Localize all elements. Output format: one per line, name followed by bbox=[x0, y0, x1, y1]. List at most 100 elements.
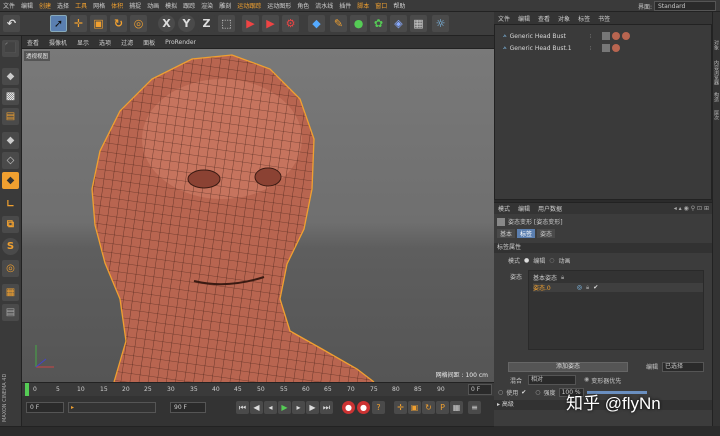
material-tag-icon[interactable] bbox=[611, 32, 620, 40]
generator-icon[interactable]: ● bbox=[350, 15, 367, 32]
next-key-icon[interactable]: ▶ bbox=[306, 401, 319, 414]
coordinate-icon[interactable]: ⬚ bbox=[218, 15, 235, 32]
viewport-menu-display[interactable]: 显示 bbox=[72, 38, 94, 47]
side-tab-objects[interactable]: 对象 bbox=[713, 40, 720, 50]
max-frame-field[interactable]: 90 F bbox=[170, 402, 206, 413]
edit-dropdown[interactable]: 已选择 bbox=[662, 362, 704, 372]
preview-range-slider[interactable]: ▸ bbox=[68, 402, 156, 413]
pose-list[interactable]: 基本姿态 🔒︎ 姿态.0 ◎ 🔒︎ ✔ bbox=[528, 270, 704, 350]
pose-morph-tag-icon[interactable] bbox=[601, 44, 610, 52]
layout-dropdown[interactable]: Standard bbox=[654, 1, 716, 11]
menu-script[interactable]: 脚本 bbox=[354, 1, 372, 10]
preview-start-handle[interactable]: ▸ bbox=[71, 403, 74, 413]
key-param-icon[interactable]: P bbox=[436, 401, 449, 414]
subtab-basic[interactable]: 基本 bbox=[497, 229, 516, 238]
menu-edit[interactable]: 编辑 bbox=[18, 1, 36, 10]
menu-select[interactable]: 选择 bbox=[54, 1, 72, 10]
render-region-icon[interactable]: ▶ bbox=[242, 15, 259, 32]
visibility-dots-icon[interactable]: ⁝ bbox=[590, 45, 592, 52]
prev-key-icon[interactable]: ◀ bbox=[250, 401, 263, 414]
menu-sculpt[interactable]: 雕刻 bbox=[216, 1, 234, 10]
deform-order-checkbox[interactable]: ◉ bbox=[584, 376, 589, 385]
pose-check-icon[interactable]: ✔ bbox=[593, 284, 598, 291]
om-menu-view[interactable]: 查看 bbox=[534, 14, 554, 23]
om-menu-tags[interactable]: 标签 bbox=[574, 14, 594, 23]
move-icon[interactable]: ✛ bbox=[70, 15, 87, 32]
keyframe-selection-icon[interactable]: ? bbox=[372, 401, 385, 414]
scene-icon[interactable]: ◈ bbox=[390, 15, 407, 32]
om-menu-objects[interactable]: 对象 bbox=[554, 14, 574, 23]
menu-help[interactable]: 帮助 bbox=[390, 1, 408, 10]
pose-row-0[interactable]: 姿态.0 ◎ 🔒︎ ✔ bbox=[533, 283, 703, 292]
side-tab-layers[interactable]: 层次 bbox=[713, 110, 720, 120]
pose-target-icon[interactable]: ◎ bbox=[577, 284, 582, 291]
om-menu-file[interactable]: 文件 bbox=[494, 14, 514, 23]
menu-snap[interactable]: 捕捉 bbox=[126, 1, 144, 10]
object-name[interactable]: Generic Head Bust bbox=[510, 33, 590, 40]
menu-tools[interactable]: 工具 bbox=[72, 1, 90, 10]
side-tab-content-browser[interactable]: 内容浏览器 bbox=[713, 60, 720, 85]
render-settings-icon[interactable]: ⚙ bbox=[282, 15, 299, 32]
axis-x-icon[interactable]: X bbox=[158, 15, 175, 32]
deformer-icon[interactable]: ✿ bbox=[370, 15, 387, 32]
material-tag-icon[interactable] bbox=[621, 32, 630, 40]
use-check-icon[interactable]: ✔ bbox=[521, 389, 526, 396]
menu-create[interactable]: 创建 bbox=[36, 1, 54, 10]
menu-volume[interactable]: 体积 bbox=[108, 1, 126, 10]
snap-icon[interactable]: S bbox=[2, 238, 19, 255]
visibility-dots-icon[interactable]: ⁝ bbox=[590, 33, 592, 40]
start-frame-field[interactable]: 0 F bbox=[26, 402, 64, 413]
menu-simulate[interactable]: 模拟 bbox=[162, 1, 180, 10]
polygons-mode-icon[interactable]: ◆ bbox=[2, 172, 19, 189]
lock-icon[interactable]: 🔒︎ bbox=[561, 274, 564, 282]
undo-icon[interactable]: ↶ bbox=[3, 15, 20, 32]
timeline[interactable]: 0 5 10 15 20 25 30 35 40 45 50 55 60 65 … bbox=[22, 382, 494, 396]
lock-icon[interactable]: 🔒︎ bbox=[586, 284, 589, 292]
rotate-icon[interactable]: ↻ bbox=[110, 15, 127, 32]
next-frame-icon[interactable]: ▸ bbox=[292, 401, 305, 414]
viewport-menu-camera[interactable]: 摄像机 bbox=[44, 38, 72, 47]
menu-mograph[interactable]: 运动图形 bbox=[264, 1, 294, 10]
play-icon[interactable]: ▶ bbox=[278, 401, 291, 414]
autokey-icon[interactable]: ● bbox=[357, 401, 370, 414]
am-nav-icons[interactable]: ◂ ▴ ◉ ⚲ ⊡ ⊞ bbox=[674, 205, 709, 212]
menu-animate[interactable]: 动画 bbox=[144, 1, 162, 10]
am-menu-mode[interactable]: 模式 bbox=[494, 204, 514, 213]
use-radio[interactable]: ○ bbox=[498, 389, 503, 396]
side-tab-structure[interactable]: 构造 bbox=[713, 92, 720, 102]
go-to-start-icon[interactable]: ⏮ bbox=[236, 401, 249, 414]
magnet-icon[interactable] bbox=[2, 262, 19, 279]
object-row[interactable]: ⟑ Generic Head Bust ⁝ bbox=[495, 30, 713, 42]
menu-plugins[interactable]: 插件 bbox=[336, 1, 354, 10]
points-mode-icon[interactable]: ◆ bbox=[2, 132, 19, 149]
menu-pipeline[interactable]: 流水线 bbox=[312, 1, 336, 10]
am-menu-edit[interactable]: 编辑 bbox=[514, 204, 534, 213]
menu-motion-tracker[interactable]: 运动跟踪 bbox=[234, 1, 264, 10]
viewport-menu-prorender[interactable]: ProRender bbox=[160, 39, 201, 46]
pose-0-name[interactable]: 姿态.0 bbox=[533, 283, 551, 292]
axis-y-icon[interactable]: Y bbox=[178, 15, 195, 32]
object-row[interactable]: ⟑ Generic Head Bust.1 ⁝ bbox=[495, 42, 713, 54]
menu-track[interactable]: 跟踪 bbox=[180, 1, 198, 10]
tweak-icon[interactable]: ⧉ bbox=[2, 216, 19, 233]
viewport-menu-filter[interactable]: 过滤 bbox=[116, 38, 138, 47]
menu-mesh[interactable]: 网格 bbox=[90, 1, 108, 10]
key-scale-icon[interactable]: ▣ bbox=[408, 401, 421, 414]
add-pose-button[interactable]: 添加姿态 bbox=[508, 362, 628, 372]
pose-row-base[interactable]: 基本姿态 🔒︎ bbox=[533, 273, 564, 283]
recent-tools-icon[interactable]: ◎ bbox=[130, 15, 147, 32]
am-menu-userdata[interactable]: 用户数据 bbox=[534, 204, 566, 213]
model-mode-icon[interactable]: ◆ bbox=[2, 68, 19, 85]
key-pla-icon[interactable]: ▦ bbox=[450, 401, 463, 414]
subtab-pose[interactable]: 姿态 bbox=[537, 229, 556, 238]
camera-icon[interactable]: ▦ bbox=[410, 15, 427, 32]
pose-morph-tag-icon[interactable] bbox=[601, 32, 610, 40]
om-menu-bookmarks[interactable]: 书签 bbox=[594, 14, 614, 23]
timeline-menu-icon[interactable]: ≡ bbox=[468, 401, 481, 414]
workplane-icon[interactable]: ▤ bbox=[2, 108, 19, 125]
pose-base-name[interactable]: 基本姿态 bbox=[533, 273, 557, 282]
cube-icon[interactable]: ◆ bbox=[308, 15, 325, 32]
viewport-menu-options[interactable]: 选项 bbox=[94, 38, 116, 47]
material-tag-icon[interactable] bbox=[611, 44, 620, 52]
key-rotation-icon[interactable]: ↻ bbox=[422, 401, 435, 414]
